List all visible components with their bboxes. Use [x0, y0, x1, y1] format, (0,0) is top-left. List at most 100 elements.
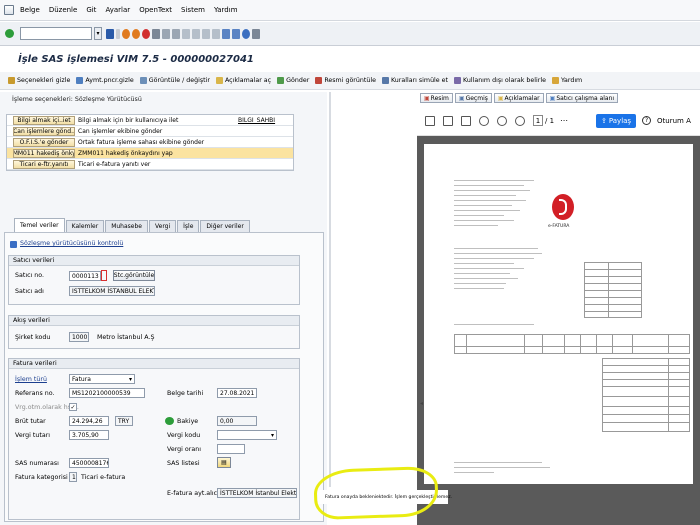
table-col-line [542, 334, 543, 354]
menu-sistem[interactable]: Sistem [181, 6, 205, 14]
find-icon[interactable] [162, 28, 170, 39]
save-icon[interactable] [106, 28, 114, 39]
tax-amount-label: Vergi tutarı [15, 432, 51, 439]
menu-ayarlar[interactable]: Ayarlar [105, 6, 130, 14]
tab-other-data[interactable]: Diğer veriler [200, 220, 250, 232]
last-page-icon[interactable] [212, 28, 220, 39]
sas-number-label: SAS numarası [15, 460, 59, 467]
history-button[interactable]: ▣ Geçmiş [454, 93, 492, 103]
rules-icon [381, 77, 389, 84]
zmm011-preentry-button[interactable]: ZMM011 hakediş önkyd [13, 148, 75, 158]
help-button[interactable]: Yardım [552, 77, 582, 84]
tax-amount-input[interactable]: 3.705,90 [69, 430, 109, 440]
forward-info-button[interactable]: Bilgi almak içi..iet [13, 115, 75, 125]
table-col-line [524, 334, 525, 354]
vendor-no-input[interactable]: 0000113 [69, 271, 101, 281]
send-button[interactable]: Gönder [277, 77, 309, 84]
menu-yardim[interactable]: Yardım [214, 6, 238, 14]
gross-amount-label: Brüt tutar [15, 418, 46, 425]
command-field[interactable] [20, 27, 92, 40]
text-line [454, 273, 510, 274]
process-option-row-selected[interactable]: ZMM011 hakediş önkyd ZMM011 hakediş önka… [7, 148, 293, 159]
mark-obsolete-button[interactable]: Kullanım dışı olarak belirle [454, 77, 546, 84]
transaction-type-select[interactable]: Fatura ▾ [69, 374, 135, 384]
tab-basic-data[interactable]: Temel veriler [14, 218, 65, 232]
table-row-line [602, 386, 690, 387]
tax-code-label: Vergi kodu [167, 432, 201, 439]
menu-opentext[interactable]: OpenText [139, 6, 172, 14]
tab-accounting[interactable]: Muhasebe [105, 220, 148, 232]
sign-in-link[interactable]: Oturum A [657, 117, 691, 125]
zoom-icon[interactable] [479, 115, 489, 126]
reference-input[interactable]: MS1202100000539 [69, 388, 145, 398]
more-icon[interactable]: ⋯ [560, 116, 568, 125]
show-vendor-button[interactable]: Stc.görüntüle [113, 270, 155, 281]
process-option-desc: Can işlemler ekibine gönder [78, 127, 163, 135]
send-to-ops-button[interactable]: Can işlemlere gönd.. [13, 126, 75, 136]
back-icon[interactable] [122, 28, 130, 39]
exit-icon[interactable] [132, 28, 140, 39]
help-icon[interactable] [242, 28, 250, 39]
simulate-rules-button[interactable]: Kuralları simüle et [381, 77, 448, 84]
process-option-row[interactable]: Can işlemlere gönd.. Can işlemler ekibin… [7, 126, 293, 137]
open-comments-button[interactable]: Açıklamalar aç [215, 77, 271, 84]
share-button[interactable]: ⇪ Paylaş [596, 113, 637, 128]
display-change-icon [139, 77, 147, 84]
contract-check-link[interactable]: Sözleşme yürütücüsünü kontrolü [20, 240, 123, 247]
page-number-input[interactable]: 1 [533, 115, 543, 126]
vendor-workspace-button[interactable]: ▣ Satıcı çalışma alanı [545, 93, 619, 103]
shortcut-icon[interactable] [232, 28, 240, 39]
menu-duzenle[interactable]: Düzenle [49, 6, 78, 14]
menu-git[interactable]: Git [86, 6, 96, 14]
auto-tax-checkbox[interactable]: ✓ [69, 403, 77, 411]
sas-number-input[interactable]: 4500008176 [69, 458, 109, 468]
table-col-line [632, 334, 633, 354]
einvoice-recipient-label: E-fatura ayt.alıcısı [167, 490, 224, 497]
tax-rate-input[interactable] [217, 444, 245, 454]
process-option-row[interactable]: O.F.I.S.'e gönder Ortak fatura işleme sa… [7, 137, 293, 148]
print-icon[interactable] [152, 28, 160, 39]
cancel-icon[interactable] [142, 28, 150, 39]
previous-page-icon[interactable] [192, 28, 200, 39]
new-session-icon[interactable] [222, 28, 230, 39]
find-next-icon[interactable] [172, 28, 180, 39]
layout-menu-icon[interactable] [252, 28, 260, 39]
process-option-code[interactable]: BILGI_SAHBI [228, 117, 288, 124]
image-button[interactable]: ▣ Resim [420, 93, 453, 103]
table-col-line [668, 358, 669, 432]
send-to-ofis-button[interactable]: O.F.I.S.'e gönder [13, 137, 75, 147]
sap-window-icon[interactable] [4, 5, 14, 15]
page-up-icon[interactable] [497, 115, 507, 126]
hide-detail-button[interactable]: Aymt.pncr.gizle [76, 77, 134, 84]
process-option-row[interactable]: Ticari e-ftr.yanıtı Ticari e-fatura yanı… [7, 159, 293, 170]
tax-code-select[interactable]: ▾ [217, 430, 277, 440]
scroll-left-icon[interactable]: ◂ [420, 400, 423, 407]
page-down-icon[interactable] [515, 115, 525, 126]
print-icon[interactable] [443, 115, 453, 126]
tab-process[interactable]: İşle [177, 220, 200, 232]
transaction-type-label[interactable]: İşlem türü [15, 376, 47, 383]
email-icon[interactable] [461, 115, 471, 126]
first-page-icon[interactable] [182, 28, 190, 39]
sas-list-button[interactable]: ▤ [217, 457, 231, 468]
comments-button[interactable]: ▣ Açıklamalar [493, 93, 544, 103]
display-change-button[interactable]: Görüntüle / değiştir [139, 77, 210, 84]
tab-tax[interactable]: Vergi [148, 220, 177, 232]
command-dropdown-icon[interactable]: ▾ [94, 27, 102, 40]
document-icon[interactable] [425, 115, 435, 126]
text-line [454, 185, 524, 186]
einvoice-response-button[interactable]: Ticari e-ftr.yanıtı [13, 159, 75, 169]
splitter[interactable] [329, 92, 331, 487]
document-date-input[interactable]: 27.08.2021 [217, 388, 257, 398]
enter-check-icon[interactable] [5, 29, 14, 38]
menu-belge[interactable]: Belge [20, 6, 40, 14]
help-icon[interactable]: ? [642, 116, 652, 125]
invoice-category-field: 1 [69, 472, 77, 482]
view-image-button[interactable]: Resmi görüntüle [315, 77, 376, 84]
process-option-row[interactable]: Bilgi almak içi..iet Bilgi almak için bi… [7, 115, 293, 126]
vendor-search-help-icon[interactable] [101, 270, 107, 281]
tab-items[interactable]: Kalemler [65, 220, 105, 232]
hide-options-button[interactable]: Seçenekleri gizle [8, 77, 70, 84]
next-page-icon[interactable] [202, 28, 210, 39]
gross-amount-input[interactable]: 24.294,26 [69, 416, 109, 426]
